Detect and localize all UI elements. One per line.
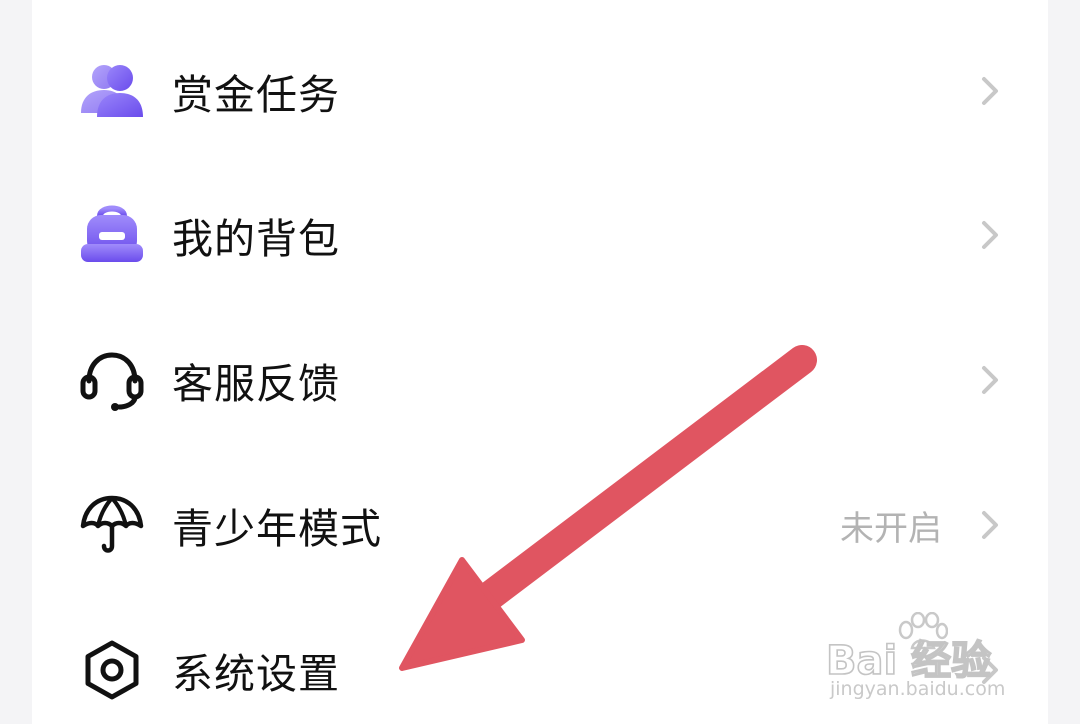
umbrella-icon [74,487,150,563]
chevron-right-icon [978,73,1002,109]
menu-item-bounty-tasks[interactable]: 赏金任务 [32,19,1048,163]
chevron-right-icon [978,217,1002,253]
menu-item-label: 青少年模式 [172,505,382,553]
chevron-right-icon [978,362,1002,398]
chevron-right-icon [978,507,1002,543]
menu-item-label: 系统设置 [172,650,340,698]
chevron-right-icon [978,652,1002,688]
menu-item-customer-feedback[interactable]: 客服反馈 [32,308,1048,452]
menu-item-label: 我的背包 [172,215,340,263]
menu-item-label: 客服反馈 [172,360,340,408]
backpack-icon [74,197,150,273]
headset-icon [74,342,150,418]
menu-card: 赏金任务 我的背包 客服反馈 青少年模式 未开启 系统设置 [32,0,1048,724]
menu-item-system-settings[interactable]: 系统设置 [32,598,1048,724]
youth-mode-status: 未开启 [840,508,942,549]
screen: 赏金任务 我的背包 客服反馈 青少年模式 未开启 系统设置 Bai 经验 jin… [0,0,1080,724]
menu-item-youth-mode[interactable]: 青少年模式 未开启 [32,453,1048,597]
menu-item-my-backpack[interactable]: 我的背包 [32,163,1048,307]
users-icon [74,53,150,129]
hexagon-settings-icon [74,632,150,708]
menu-item-label: 赏金任务 [172,71,340,119]
